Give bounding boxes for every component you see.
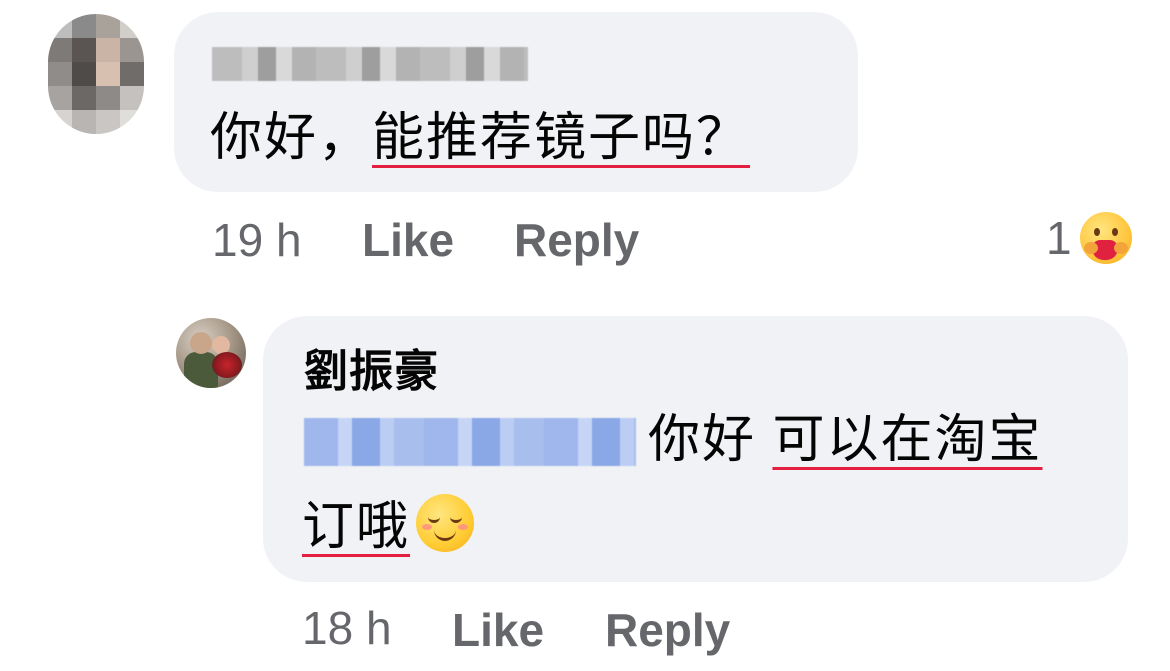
avatar-commenter-1[interactable] bbox=[48, 14, 144, 134]
reaction-count: 1 bbox=[1046, 212, 1072, 264]
comment-2-text-underlined-1: 可以在淘宝 bbox=[772, 411, 1043, 469]
comment-1-reply-button[interactable]: Reply bbox=[514, 212, 639, 268]
comment-1-text-underlined: 能推荐镜子吗？ bbox=[372, 109, 751, 167]
comment-2-text-underlined-2: 订哦 bbox=[302, 498, 411, 556]
comment-thread: 你好，能推荐镜子吗？ 19 h Like Reply 1 劉振豪 你好 可以在淘… bbox=[0, 0, 1170, 671]
comment-1-text-plain: 你好， bbox=[210, 109, 373, 167]
comment-1-message: 你好，能推荐镜子吗？ bbox=[210, 108, 750, 168]
comment-2-timestamp[interactable]: 18 h bbox=[302, 600, 392, 656]
smiling-face-icon bbox=[416, 494, 475, 552]
comment-1-reactions[interactable]: 1 bbox=[1046, 210, 1134, 266]
comment-2-message-line-1: 你好 可以在淘宝 bbox=[648, 410, 1042, 470]
comment-2-author-name[interactable]: 劉振豪 bbox=[304, 344, 439, 400]
mention-tag-blurred[interactable] bbox=[304, 418, 636, 466]
comment-2-message-line-2: 订哦 bbox=[302, 494, 475, 557]
comment-1-like-button[interactable]: Like bbox=[362, 212, 454, 268]
comment-1-timestamp[interactable]: 19 h bbox=[212, 212, 302, 268]
comment-2-like-button[interactable]: Like bbox=[452, 602, 544, 658]
avatar-commenter-2[interactable] bbox=[176, 318, 246, 388]
commenter-name-blurred[interactable] bbox=[212, 47, 528, 81]
care-emoji-icon bbox=[1077, 210, 1134, 266]
comment-2-reply-button[interactable]: Reply bbox=[605, 602, 730, 658]
comment-2-text-plain: 你好 bbox=[648, 411, 773, 469]
